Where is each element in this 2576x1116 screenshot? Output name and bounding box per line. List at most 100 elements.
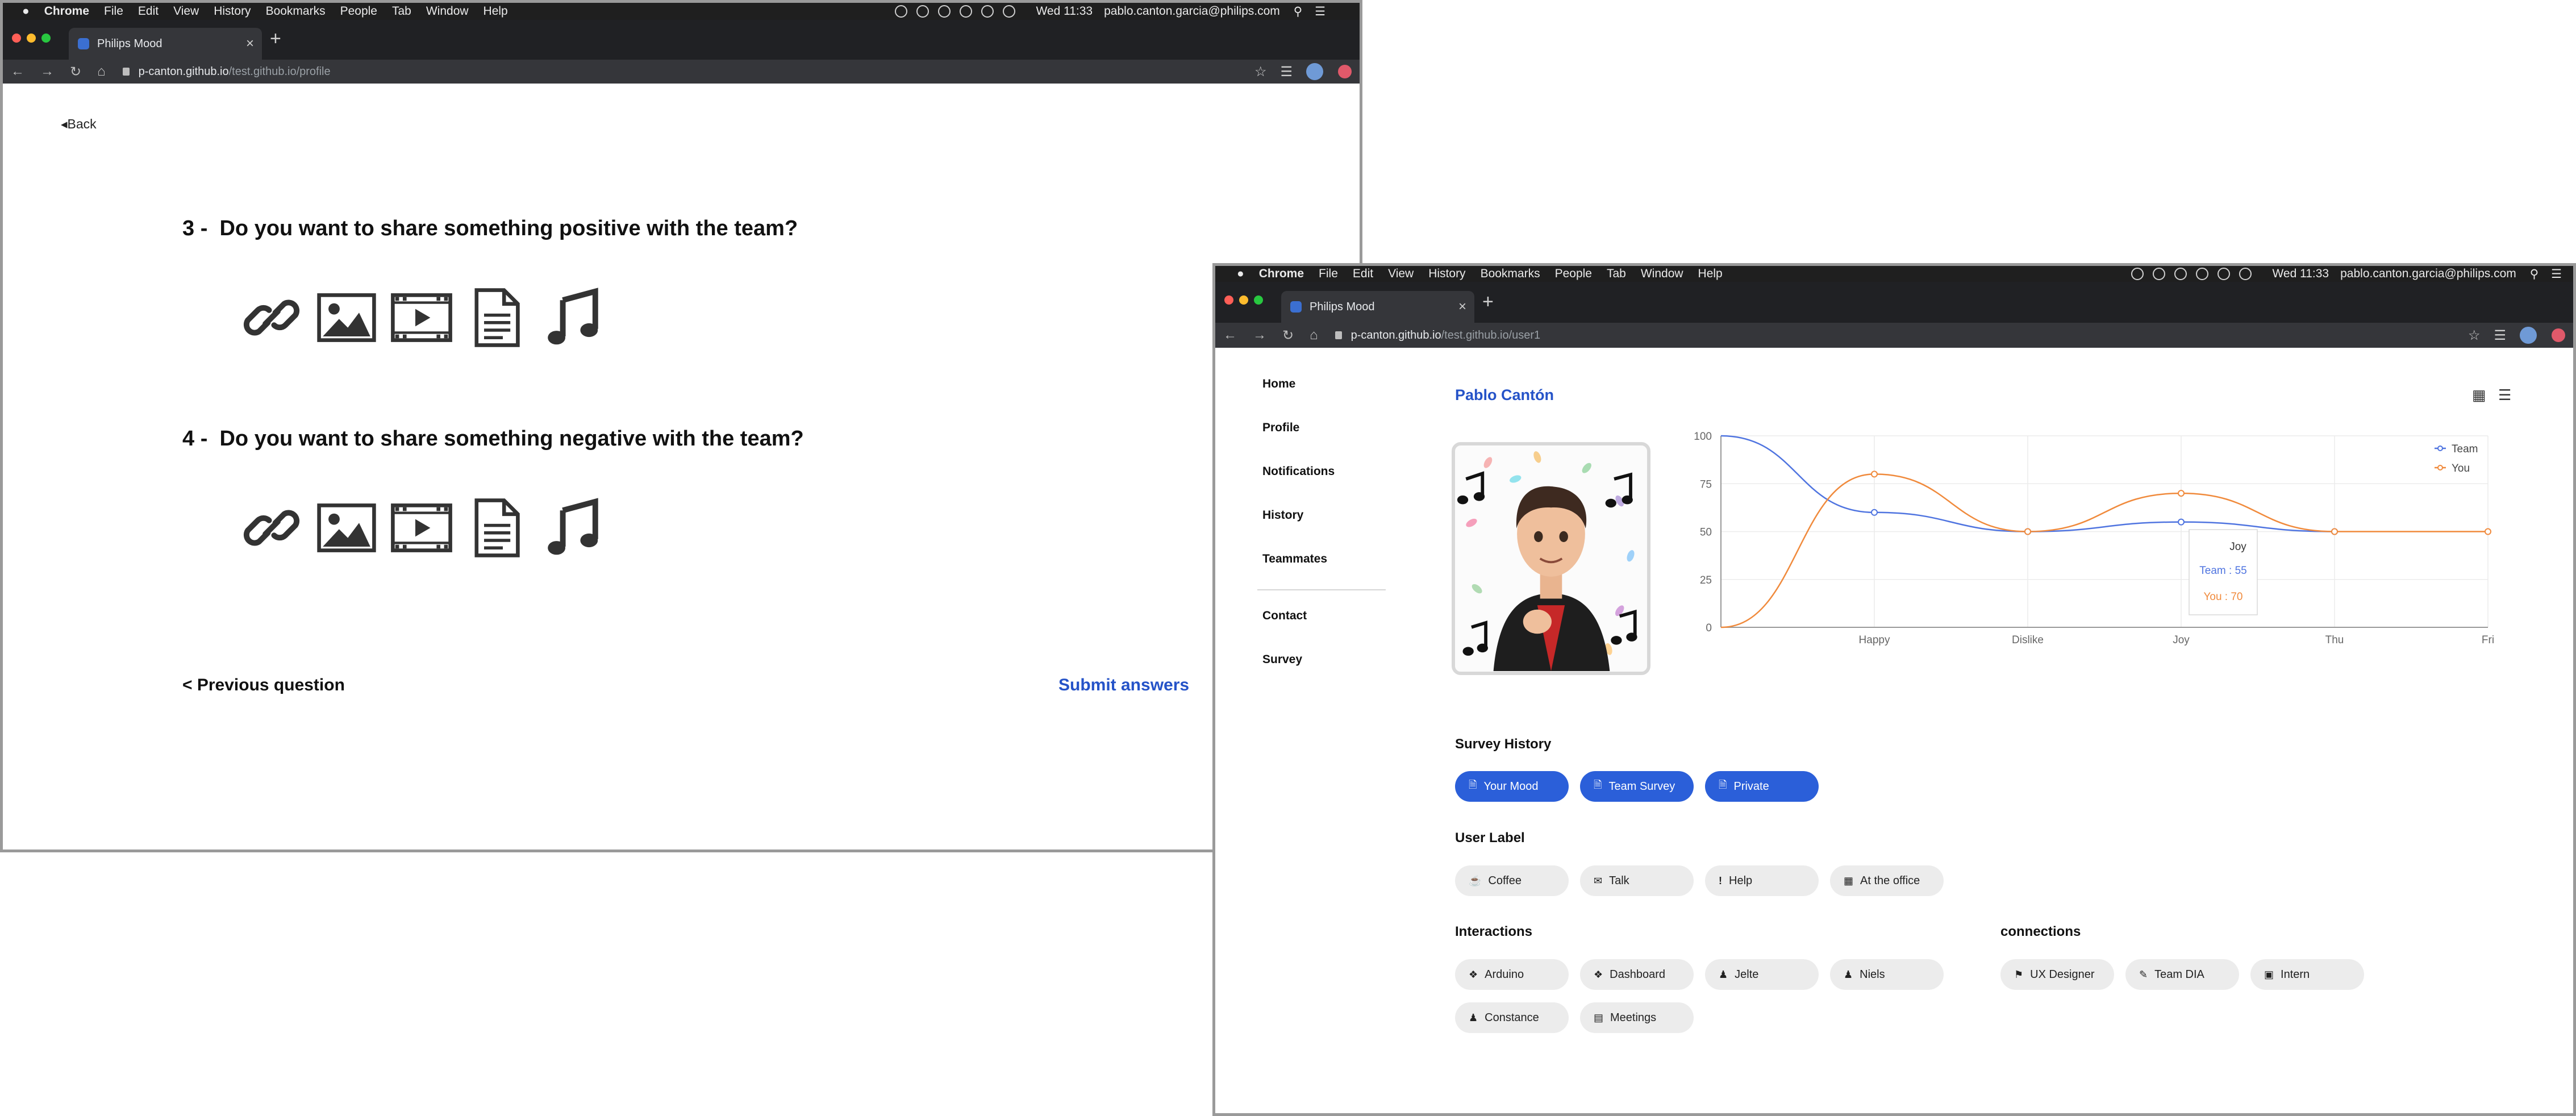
browser-tab[interactable]: Philips Mood × [1281,291,1474,323]
wifi-icon[interactable] [2196,268,2209,280]
url-input[interactable]: p-canton.github.io /test.github.io/profi… [114,65,1248,78]
reading-list-icon[interactable]: ☰ [2494,327,2506,344]
reload-icon[interactable]: ↻ [70,64,81,80]
mood-line-chart[interactable]: 0 25 50 75 100 Happy Dislike Joy Thu Fri Team You Jo… [1670,430,2499,652]
new-tab-button[interactable]: + [270,28,281,50]
reload-icon[interactable]: ↻ [1282,327,1294,344]
private-button[interactable]: 🗎 Private [1705,771,1819,802]
bookmark-star-icon[interactable]: ☆ [1254,64,1267,80]
url-input[interactable]: p-canton.github.io /test.github.io/user1 [1326,329,2461,342]
browser-tab[interactable]: Philips Mood × [69,28,262,60]
home-icon[interactable]: ⌂ [1310,327,1318,343]
link-icon[interactable] [240,286,303,349]
bookmark-star-icon[interactable]: ☆ [2468,327,2481,344]
new-tab-button[interactable]: + [1482,291,1494,313]
label-coffee[interactable]: ☕ Coffee [1455,865,1569,896]
home-icon[interactable]: ⌂ [97,64,106,80]
menu-bookmarks[interactable]: Bookmarks [266,5,326,18]
menu-file[interactable]: File [1319,267,1338,281]
video-icon[interactable] [390,286,453,349]
close-tab-icon[interactable]: × [1458,299,1466,315]
menu-window[interactable]: Window [1641,267,1683,281]
interaction-dashboard[interactable]: ❖ Dashboard [1580,959,1694,990]
menu-help[interactable]: Help [483,5,508,18]
status-icon[interactable] [916,5,929,18]
control-center-icon[interactable]: ☰ [2551,267,2562,281]
close-tab-icon[interactable]: × [246,36,254,52]
menu-history[interactable]: History [214,5,251,18]
document-icon[interactable] [465,286,528,349]
close-window-button[interactable] [12,34,21,43]
profile-avatar[interactable] [1306,63,1323,80]
menu-tab[interactable]: Tab [1607,267,1626,281]
interaction-jelte[interactable]: ♟ Jelte [1705,959,1819,990]
menu-edit[interactable]: Edit [1353,267,1373,281]
extension-icon[interactable] [1338,65,1352,78]
label-talk[interactable]: ✉ Talk [1580,865,1694,896]
menu-view[interactable]: View [1388,267,1414,281]
wifi-icon[interactable] [960,5,973,18]
control-center-icon[interactable]: ☰ [1315,5,1325,19]
menu-bookmarks[interactable]: Bookmarks [1481,267,1540,281]
label-help[interactable]: ! Help [1705,865,1819,896]
minimize-window-button[interactable] [27,34,36,43]
interaction-constance[interactable]: ♟ Constance [1455,1002,1569,1033]
close-window-button[interactable] [1224,295,1233,305]
profile-avatar[interactable] [2520,327,2537,344]
apple-icon[interactable]: ● [1237,267,1244,281]
menubar-app[interactable]: Chrome [44,5,89,18]
music-icon[interactable] [540,286,603,349]
back-arrow-icon[interactable]: ← [11,64,24,80]
status-icon[interactable] [2174,268,2187,280]
back-link[interactable]: ◂Back [61,116,97,132]
menu-window[interactable]: Window [426,5,469,18]
connection-team-dia[interactable]: ✎ Team DIA [2125,959,2239,990]
music-icon[interactable] [540,497,603,559]
interaction-meetings[interactable]: ▤ Meetings [1580,1002,1694,1033]
menu-history[interactable]: History [1428,267,1465,281]
menu-view[interactable]: View [173,5,199,18]
menubar-clock[interactable]: Wed 11:33 [2272,267,2329,281]
nav-notifications[interactable]: Notifications [1262,465,1335,478]
your-mood-button[interactable]: 🗎 Your Mood [1455,771,1569,802]
nav-profile[interactable]: Profile [1262,421,1299,435]
submit-answers-link[interactable]: Submit answers [1058,676,1189,695]
video-icon[interactable] [390,497,453,559]
menubar-app[interactable]: Chrome [1259,267,1304,281]
menubar-clock[interactable]: Wed 11:33 [1036,5,1093,18]
forward-arrow-icon[interactable]: → [40,64,54,80]
nav-survey[interactable]: Survey [1262,653,1302,667]
label-at-the-office[interactable]: ▦ At the office [1830,865,1944,896]
back-arrow-icon[interactable]: ← [1223,327,1237,343]
nav-home[interactable]: Home [1262,377,1295,391]
menu-edit[interactable]: Edit [138,5,159,18]
forward-arrow-icon[interactable]: → [1253,327,1266,343]
menubar-account[interactable]: pablo.canton.garcia@philips.com [1104,5,1280,18]
previous-question-link[interactable]: < Previous question [182,676,345,695]
menubar-account[interactable]: pablo.canton.garcia@philips.com [2340,267,2516,281]
menu-people[interactable]: People [340,5,377,18]
minimize-window-button[interactable] [1239,295,1248,305]
grid-view-icon[interactable]: ▦ [2472,386,2486,404]
interaction-arduino[interactable]: ❖ Arduino [1455,959,1569,990]
maximize-window-button[interactable] [41,34,51,43]
image-icon[interactable] [315,497,378,559]
nav-history[interactable]: History [1262,509,1303,522]
maximize-window-button[interactable] [1254,295,1263,305]
menu-help[interactable]: Help [1698,267,1723,281]
nav-teammates[interactable]: Teammates [1262,552,1327,566]
status-icon[interactable] [2131,268,2144,280]
volume-icon[interactable] [2217,268,2231,280]
nav-contact[interactable]: Contact [1262,609,1307,623]
connection-ux-designer[interactable]: ⚑ UX Designer [2000,959,2114,990]
volume-icon[interactable] [981,5,994,18]
link-icon[interactable] [240,497,303,559]
status-icon[interactable] [938,5,951,18]
status-icon[interactable] [895,5,908,18]
list-view-icon[interactable]: ☰ [2498,386,2511,404]
reading-list-icon[interactable]: ☰ [1280,64,1293,80]
status-icon[interactable] [2153,268,2166,280]
interaction-niels[interactable]: ♟ Niels [1830,959,1944,990]
menu-tab[interactable]: Tab [392,5,411,18]
team-survey-button[interactable]: 🗎 Team Survey [1580,771,1694,802]
